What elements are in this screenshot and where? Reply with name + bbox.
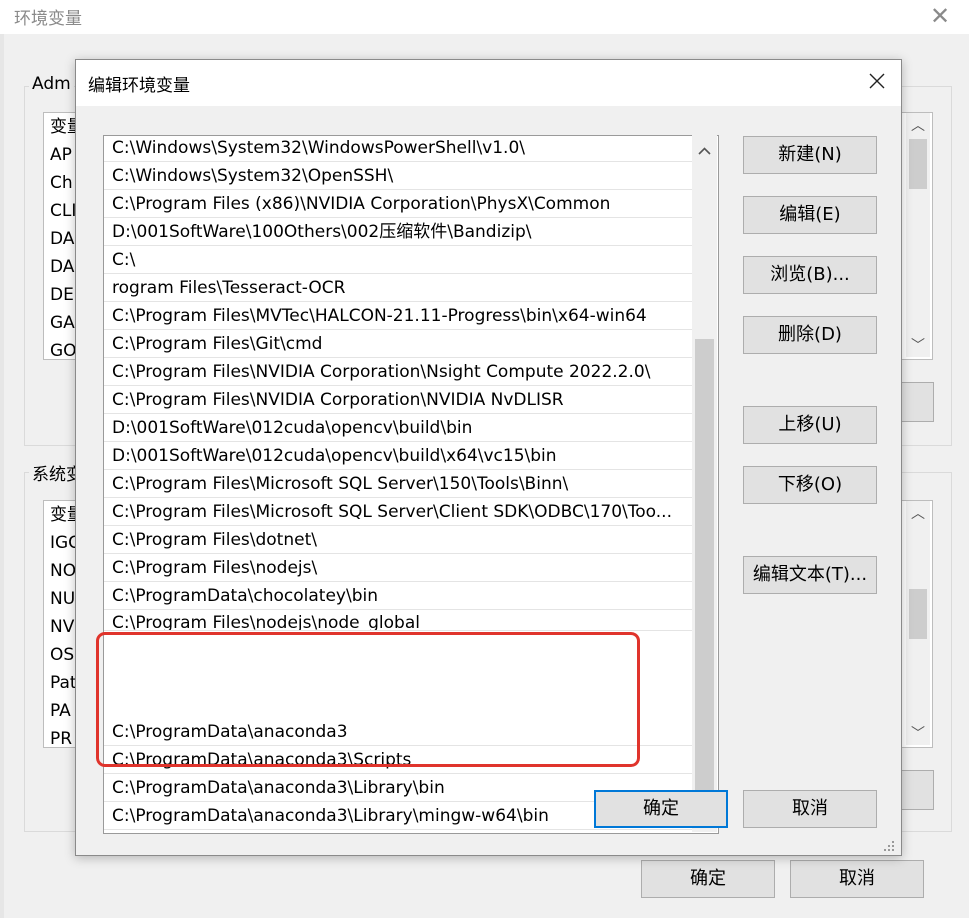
browse-button[interactable]: 浏览(B)... [743,256,877,294]
scroll-thumb[interactable] [695,339,714,805]
dialog-title: 编辑环境变量 [88,76,190,96]
list-item[interactable]: C:\ProgramData\chocolatey\bin [104,583,692,610]
bg-system-button[interactable] [900,770,934,810]
env-cancel-button[interactable]: 取消 [790,860,924,898]
scroll-up-icon[interactable] [692,141,717,161]
bg-user-button[interactable] [900,382,934,422]
list-item[interactable]: C:\ProgramData\anaconda3 [104,719,692,746]
edit-text-button[interactable]: 编辑文本(T)... [743,556,877,594]
ok-button[interactable]: 确定 [594,790,728,828]
list-item[interactable]: C:\ProgramData\anaconda3\Scripts [104,747,692,774]
delete-button[interactable]: 删除(D) [743,316,877,354]
list-item[interactable]: D:\001SoftWare\012cuda\opencv\build\x64\… [104,443,692,470]
list-item[interactable]: C:\Program Files\nodejs\ [104,555,692,582]
bg-close-icon[interactable]: ✕ [930,2,950,30]
user-variables-scrollbar[interactable]: ︿ ﹀ [906,113,930,357]
list-item[interactable]: C:\Program Files\nodejs\node_global [104,611,692,631]
cancel-button[interactable]: 取消 [743,790,877,828]
bg-window-title: 环境变量 [14,9,82,29]
list-item[interactable]: D:\001SoftWare\100Others\002压缩软件\Bandizi… [104,219,692,246]
scroll-thumb[interactable] [909,589,927,639]
close-icon[interactable] [864,68,890,94]
bg-left-edge [0,34,4,918]
list-item[interactable]: C:\Program Files\MVTec\HALCON-21.11-Prog… [104,303,692,330]
list-item[interactable]: C:\Program Files (x86)\NVIDIA Corporatio… [104,191,692,218]
list-item[interactable]: C:\Windows\System32\WindowsPowerShell\v1… [104,136,692,162]
scroll-up-icon[interactable]: ︿ [906,115,930,135]
list-item[interactable]: D:\001SoftWare\012cuda\opencv\build\bin [104,415,692,442]
list-item[interactable]: C:\Windows\System32\OpenSSH\ [104,163,692,190]
list-item[interactable]: C:\Program Files\dotnet\ [104,527,692,554]
list-item[interactable]: C:\Program Files\NVIDIA Corporation\Nsig… [104,359,692,386]
list-item[interactable]: C:\Program Files\Microsoft SQL Server\15… [104,471,692,498]
move-up-button[interactable]: 上移(U) [743,406,877,444]
dialog-title-bar: 编辑环境变量 [76,60,901,106]
move-down-button[interactable]: 下移(O) [743,466,877,504]
scroll-down-icon[interactable]: ﹀ [906,723,930,743]
bg-title-bar: 环境变量 ✕ [0,0,969,34]
list-item[interactable]: rogram Files\Tesseract-OCR [104,275,692,302]
resize-grip-icon[interactable] [882,838,896,852]
env-ok-button[interactable]: 确定 [641,860,775,898]
path-list[interactable]: C:\Windows\System32\WindowsPowerShell\v1… [103,135,719,834]
scroll-down-icon[interactable]: ﹀ [906,335,930,355]
user-variables-group-label: Adm [29,74,74,94]
list-item[interactable]: C:\ [104,247,692,274]
path-list-scrollbar[interactable] [692,135,717,832]
list-item[interactable]: C:\Program Files\Git\cmd [104,331,692,358]
new-button[interactable]: 新建(N) [743,136,877,174]
edit-button[interactable]: 编辑(E) [743,196,877,234]
scroll-up-icon[interactable]: ︿ [906,503,930,523]
edit-environment-variable-dialog: 编辑环境变量 C:\Windows\System32\WindowsPowerS… [75,59,902,856]
list-item[interactable]: C:\Program Files\NVIDIA Corporation\NVID… [104,387,692,414]
scroll-thumb[interactable] [909,139,927,189]
system-variables-scrollbar[interactable]: ︿ ﹀ [906,501,930,745]
list-item[interactable]: C:\Program Files\Microsoft SQL Server\Cl… [104,499,692,526]
